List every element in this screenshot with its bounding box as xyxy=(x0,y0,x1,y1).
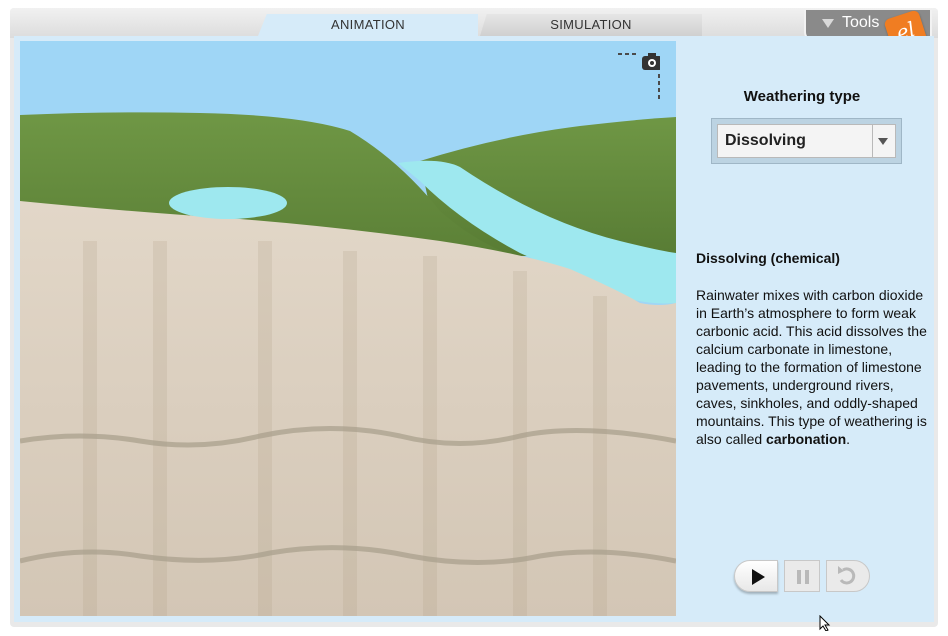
description-body: Rainwater mixes with carbon dioxide in E… xyxy=(696,287,927,447)
description-bold-term: carbonation xyxy=(766,431,847,447)
dropdown-arrow-button[interactable] xyxy=(872,125,895,157)
landscape-animation xyxy=(20,41,676,616)
mouse-cursor-icon xyxy=(819,614,833,636)
dropdown-field[interactable]: Dissolving xyxy=(717,124,896,158)
play-icon xyxy=(752,569,765,585)
tab-animation[interactable]: ANIMATION xyxy=(258,14,478,36)
chevron-down-icon xyxy=(878,138,888,145)
pause-button[interactable] xyxy=(784,560,820,592)
triangle-down-icon xyxy=(822,19,834,28)
pause-icon xyxy=(797,570,809,584)
weathering-type-dropdown[interactable]: Dissolving xyxy=(711,118,902,164)
playback-controls xyxy=(734,560,872,594)
description-end: . xyxy=(846,431,851,447)
camera-icon[interactable] xyxy=(612,52,662,104)
description-text: Rainwater mixes with carbon dioxide in E… xyxy=(696,286,928,448)
landscape-svg xyxy=(20,41,676,616)
pond xyxy=(169,187,287,219)
weathering-type-label: Weathering type xyxy=(743,88,861,105)
description-title: Dissolving (chemical) xyxy=(696,250,840,266)
play-button[interactable] xyxy=(734,560,778,592)
dropdown-value: Dissolving xyxy=(725,132,806,149)
tab-simulation[interactable]: SIMULATION xyxy=(480,14,702,36)
tools-label: Tools xyxy=(842,14,880,31)
reset-icon xyxy=(838,566,856,585)
reset-button[interactable] xyxy=(826,560,870,592)
